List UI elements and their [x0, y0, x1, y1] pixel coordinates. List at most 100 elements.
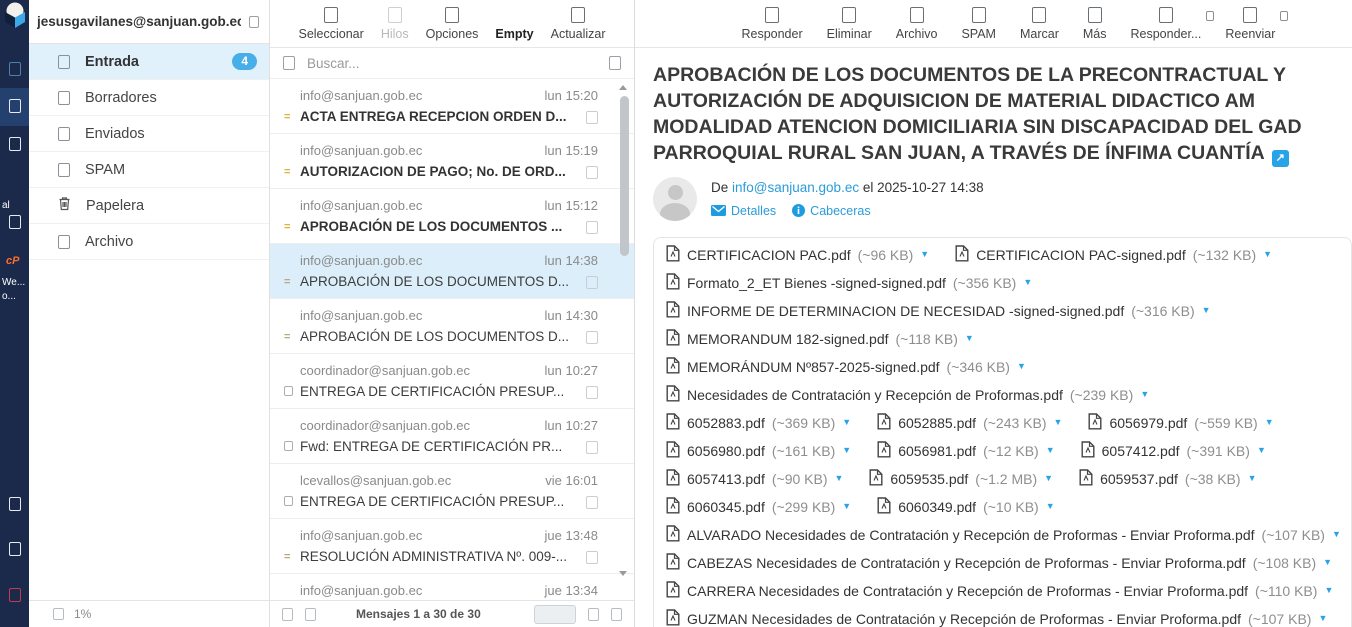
- message-checkbox[interactable]: [586, 551, 598, 564]
- scroll-up-arrow[interactable]: [619, 85, 627, 90]
- message-checkbox[interactable]: [586, 166, 598, 179]
- folder-item-spam[interactable]: SPAM: [29, 152, 269, 188]
- sender-email-link[interactable]: info@sanjuan.gob.ec: [732, 180, 859, 195]
- attachment-item[interactable]: ALVARADO Necesidades de Contratación y R…: [666, 525, 1341, 545]
- mark-button[interactable]: Marcar: [1020, 7, 1059, 41]
- attachment-dropdown-icon[interactable]: ▼: [1323, 558, 1332, 567]
- attachment-dropdown-icon[interactable]: ▼: [1017, 362, 1026, 371]
- open-in-new-window-icon[interactable]: ↗: [1272, 150, 1289, 167]
- message-checkbox[interactable]: [586, 221, 598, 234]
- message-checkbox[interactable]: [586, 276, 598, 289]
- delete-button[interactable]: Eliminar: [827, 7, 872, 41]
- folder-item-papelera[interactable]: Papelera: [29, 188, 269, 224]
- reply-button[interactable]: Responder: [741, 7, 802, 41]
- message-list-item[interactable]: info@sanjuan.gob.ecjue 13:34: [270, 574, 634, 600]
- attachment-item[interactable]: 6056980.pdf(~161 KB)▼: [666, 441, 851, 461]
- attachment-dropdown-icon[interactable]: ▼: [965, 334, 974, 343]
- list-scrollbar-thumb[interactable]: [620, 96, 629, 256]
- scroll-down-arrow[interactable]: [619, 571, 627, 576]
- footer-icon-3[interactable]: [588, 608, 599, 621]
- attachment-item[interactable]: CERTIFICACION PAC-signed.pdf(~132 KB)▼: [955, 245, 1272, 265]
- attachment-item[interactable]: 6059535.pdf(~1.2 MB)▼: [869, 469, 1053, 489]
- message-checkbox[interactable]: [586, 111, 598, 124]
- message-checkbox[interactable]: [586, 331, 598, 344]
- message-list-item[interactable]: info@sanjuan.gob.eclun 15:19=AUTORIZACIO…: [270, 134, 634, 189]
- attachment-item[interactable]: MEMORÁNDUM Nº857-2025-signed.pdf(~346 KB…: [666, 357, 1026, 377]
- nav-strip-icon-2[interactable]: [0, 99, 29, 113]
- footer-icon-2[interactable]: [305, 608, 316, 621]
- message-checkbox[interactable]: [586, 496, 598, 509]
- nav-strip-icon-4[interactable]: [0, 215, 29, 229]
- more-button[interactable]: Más: [1083, 7, 1107, 41]
- webmail-logo[interactable]: [0, 1, 29, 29]
- details-button[interactable]: Detalles: [711, 204, 776, 218]
- message-list-item[interactable]: lcevallos@sanjuan.gob.ecvie 16:01ENTREGA…: [270, 464, 634, 519]
- attachment-dropdown-icon[interactable]: ▼: [1318, 614, 1327, 623]
- message-list-item[interactable]: info@sanjuan.gob.eclun 14:38=APROBACIÓN …: [270, 244, 634, 299]
- attachment-dropdown-icon[interactable]: ▼: [1324, 586, 1333, 595]
- options-button[interactable]: Opciones: [426, 7, 479, 41]
- nav-strip-icon-1[interactable]: [0, 62, 29, 76]
- attachment-item[interactable]: Formato_2_ET Bienes -signed-signed.pdf(~…: [666, 273, 1032, 293]
- message-checkbox[interactable]: [586, 441, 598, 454]
- attachment-item[interactable]: 6060349.pdf(~10 KB)▼: [877, 497, 1054, 517]
- attachment-item[interactable]: CABEZAS Necesidades de Contratación y Re…: [666, 553, 1332, 573]
- attachment-dropdown-icon[interactable]: ▼: [1140, 390, 1149, 399]
- folder-item-borradores[interactable]: Borradores: [29, 80, 269, 116]
- attachment-dropdown-icon[interactable]: ▼: [1332, 530, 1341, 539]
- attachment-item[interactable]: MEMORANDUM 182-signed.pdf(~118 KB)▼: [666, 329, 974, 349]
- account-menu-icon[interactable]: [249, 16, 259, 28]
- nav-strip-icon-7[interactable]: [0, 588, 29, 602]
- headers-button[interactable]: Cabeceras: [792, 204, 870, 218]
- footer-icon-1[interactable]: [282, 608, 293, 621]
- nav-strip-icon-6[interactable]: [0, 542, 29, 556]
- attachment-dropdown-icon[interactable]: ▼: [1054, 418, 1063, 427]
- message-checkbox[interactable]: [586, 386, 598, 399]
- footer-icon-4[interactable]: [611, 608, 622, 621]
- attachment-item[interactable]: Necesidades de Contratación y Recepción …: [666, 385, 1149, 405]
- attachment-item[interactable]: 6052885.pdf(~243 KB)▼: [877, 413, 1062, 433]
- cpanel-logo[interactable]: cP: [6, 255, 33, 267]
- attachment-dropdown-icon[interactable]: ▼: [842, 418, 851, 427]
- attachment-dropdown-icon[interactable]: ▼: [1044, 474, 1053, 483]
- attachment-dropdown-icon[interactable]: ▼: [1265, 418, 1274, 427]
- search-input[interactable]: [307, 56, 597, 71]
- attachment-dropdown-icon[interactable]: ▼: [1046, 446, 1055, 455]
- message-list-item[interactable]: info@sanjuan.gob.eclun 15:12=APROBACIÓN …: [270, 189, 634, 244]
- message-list-item[interactable]: info@sanjuan.gob.eclun 14:30=APROBACIÓN …: [270, 299, 634, 354]
- attachment-dropdown-icon[interactable]: ▼: [835, 474, 844, 483]
- nav-strip-label-we[interactable]: We...: [2, 277, 29, 289]
- message-list-item[interactable]: info@sanjuan.gob.eclun 15:20=ACTA ENTREG…: [270, 79, 634, 134]
- folder-item-enviados[interactable]: Enviados: [29, 116, 269, 152]
- attachment-item[interactable]: 6052883.pdf(~369 KB)▼: [666, 413, 851, 433]
- nav-strip-label-o[interactable]: o...: [2, 291, 29, 303]
- message-list-item[interactable]: coordinador@sanjuan.gob.eclun 10:27Fwd: …: [270, 409, 634, 464]
- dropdown-placeholder-icon[interactable]: [1206, 11, 1214, 21]
- attachment-dropdown-icon[interactable]: ▼: [842, 502, 851, 511]
- attachment-item[interactable]: GUZMAN Necesidades de Contratación y Rec…: [666, 609, 1327, 627]
- attachment-dropdown-icon[interactable]: ▼: [842, 446, 851, 455]
- refresh-button[interactable]: Actualizar: [551, 7, 606, 41]
- account-header[interactable]: jesusgavilanes@sanjuan.gob.ec: [29, 0, 269, 44]
- attachment-item[interactable]: 6057412.pdf(~391 KB)▼: [1081, 441, 1266, 461]
- message-list-item[interactable]: coordinador@sanjuan.gob.eclun 10:27ENTRE…: [270, 354, 634, 409]
- attachment-item[interactable]: 6056981.pdf(~12 KB)▼: [877, 441, 1054, 461]
- dropdown-placeholder-icon[interactable]: [1280, 11, 1288, 21]
- folder-item-entrada[interactable]: Entrada4: [29, 44, 269, 80]
- attachment-dropdown-icon[interactable]: ▼: [1046, 502, 1055, 511]
- attachment-item[interactable]: CERTIFICACION PAC.pdf(~96 KB)▼: [666, 245, 929, 265]
- attachment-item[interactable]: 6060345.pdf(~299 KB)▼: [666, 497, 851, 517]
- attachment-item[interactable]: CARRERA Necesidades de Contratación y Re…: [666, 581, 1333, 601]
- attachment-dropdown-icon[interactable]: ▼: [1257, 446, 1266, 455]
- reply-all-button[interactable]: Responder...: [1131, 7, 1202, 41]
- archive-button[interactable]: Archivo: [896, 7, 938, 41]
- message-list-item[interactable]: info@sanjuan.gob.ecjue 13:48=RESOLUCIÓN …: [270, 519, 634, 574]
- attachment-item[interactable]: 6059537.pdf(~38 KB)▼: [1079, 469, 1256, 489]
- attachment-dropdown-icon[interactable]: ▼: [920, 250, 929, 259]
- nav-strip-icon-5[interactable]: [0, 497, 29, 511]
- attachment-dropdown-icon[interactable]: ▼: [1263, 250, 1272, 259]
- empty-button[interactable]: Empty: [495, 27, 533, 41]
- select-button[interactable]: Seleccionar: [298, 7, 363, 41]
- folder-item-archivo[interactable]: Archivo: [29, 224, 269, 260]
- attachment-item[interactable]: INFORME DE DETERMINACION DE NECESIDAD -s…: [666, 301, 1211, 321]
